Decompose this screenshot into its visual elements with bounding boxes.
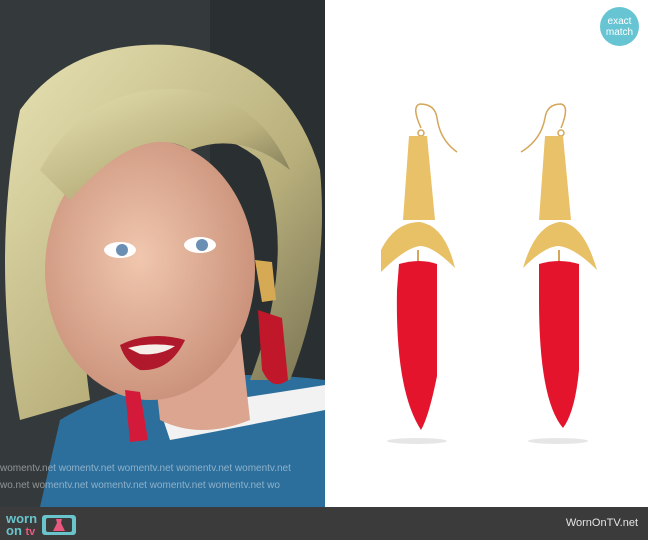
badge-line-1: exact	[607, 15, 632, 27]
logo-wordmark: worn on tv	[6, 512, 37, 538]
tv-dress-icon	[42, 515, 77, 535]
left-earring	[381, 103, 458, 444]
exact-match-badge: exact match	[600, 7, 639, 46]
wornontv-logo[interactable]: worn on tv	[6, 512, 79, 538]
watermark-row: wo.net womentv.net womentv.net womentv.n…	[0, 480, 280, 491]
logo-word-tv: tv	[25, 525, 36, 538]
right-earring	[520, 103, 597, 444]
badge-line-2: match	[605, 26, 634, 38]
logo-word-on: on	[6, 522, 22, 538]
site-name[interactable]: WornOnTV.net	[566, 517, 638, 529]
footer-bar: worn on tv WornOnTV.net	[0, 507, 648, 540]
red-gold-drop-earrings-image	[381, 103, 597, 444]
episode-still-photo: womentv.net womentv.net womentv.net wome…	[0, 0, 325, 507]
woman-portrait-illustration	[0, 0, 325, 507]
watermark-row: womentv.net womentv.net womentv.net wome…	[0, 463, 291, 474]
product-image-panel[interactable]	[325, 0, 648, 507]
